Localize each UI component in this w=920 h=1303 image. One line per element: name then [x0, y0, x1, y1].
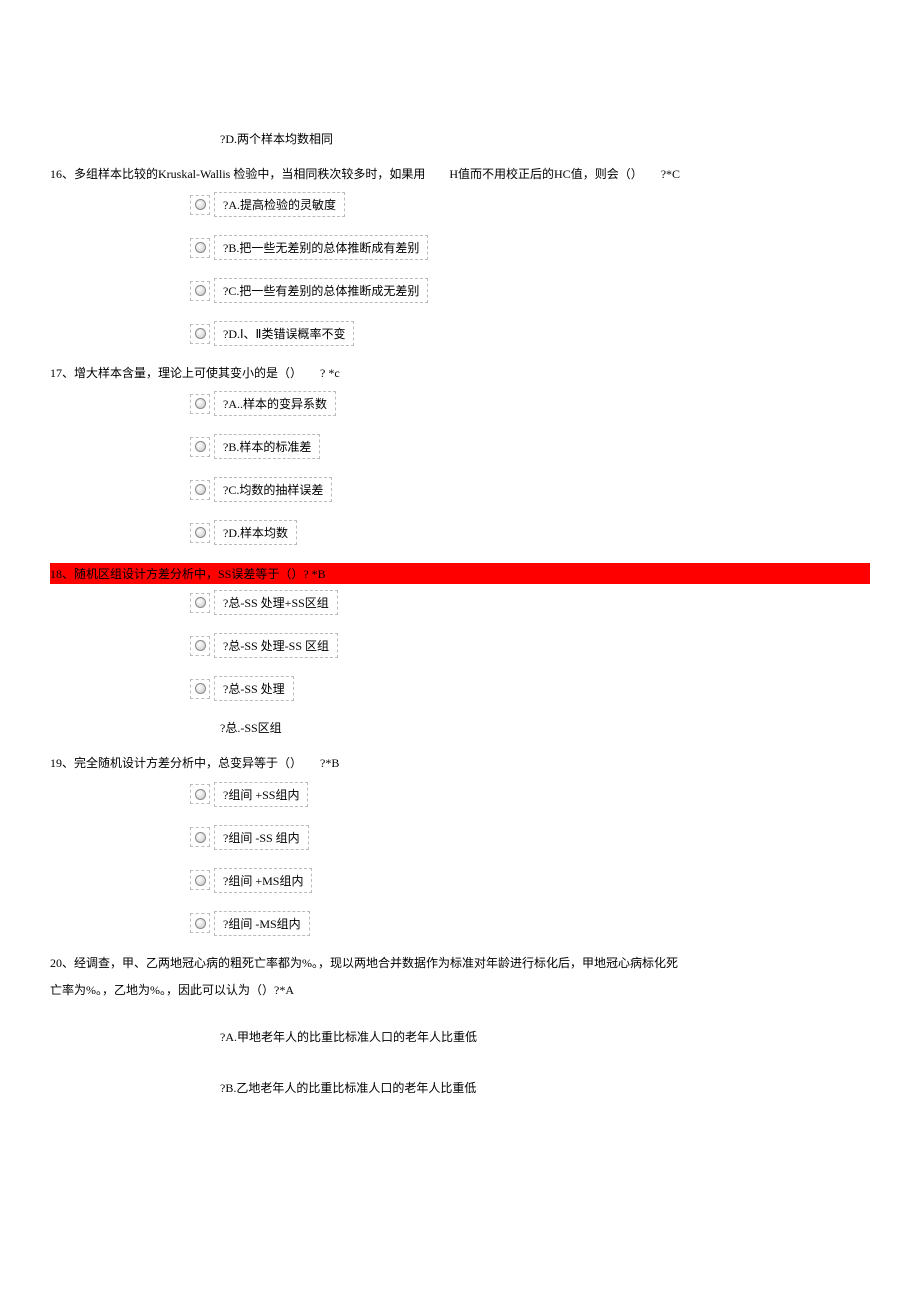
- option-text-box: ?B.样本的标准差: [214, 434, 320, 459]
- q19-option-b: ?组间 -SS 组内: [190, 825, 870, 850]
- radio-icon[interactable]: [190, 870, 210, 890]
- option-text-box: ?A..样本的变异系数: [214, 391, 336, 416]
- option-text-box: ?组间 +MS组内: [214, 868, 312, 893]
- option-text: ?总-SS 处理+SS区组: [223, 594, 329, 611]
- q19-option-a: ?组间 +SS组内: [190, 782, 870, 807]
- q16-option-c: ?C.把一些有差别的总体推断成无差别: [190, 278, 870, 303]
- option-text: ?B.把一些无差别的总体推断成有差别: [223, 239, 419, 256]
- option-text-box: ?D.Ⅰ、Ⅱ类错误概率不变: [214, 321, 354, 346]
- option-text: ?C.均数的抽样误差: [223, 481, 323, 498]
- radio-icon[interactable]: [190, 593, 210, 613]
- option-text: ?B.样本的标准差: [223, 438, 311, 455]
- option-text: ?总-SS 处理-SS 区组: [223, 637, 329, 654]
- option-text: ?组间 -SS 组内: [223, 829, 300, 846]
- radio-icon[interactable]: [190, 784, 210, 804]
- radio-icon[interactable]: [190, 281, 210, 301]
- q17-option-a: ?A..样本的变异系数: [190, 391, 870, 416]
- q19-option-c: ?组间 +MS组内: [190, 868, 870, 893]
- q16-option-d: ?D.Ⅰ、Ⅱ类错误概率不变: [190, 321, 870, 346]
- q17-option-c: ?C.均数的抽样误差: [190, 477, 870, 502]
- option-text: ?D.两个样本均数相同: [220, 130, 333, 147]
- radio-icon[interactable]: [190, 480, 210, 500]
- option-text: ?A..样本的变异系数: [223, 395, 327, 412]
- option-text: ?C.把一些有差别的总体推断成无差别: [223, 282, 419, 299]
- radio-icon[interactable]: [190, 636, 210, 656]
- option-text: ?A.甲地老年人的比重比标准人口的老年人比重低: [220, 1028, 477, 1045]
- option-text-box: ?总-SS 处理: [214, 676, 294, 701]
- option-text: ?总.-SS区组: [220, 719, 282, 736]
- option-text: ?D.Ⅰ、Ⅱ类错误概率不变: [223, 325, 345, 342]
- radio-icon[interactable]: [190, 324, 210, 344]
- q20-text-line1: 20、经调查，甲、乙两地冠心病的粗死亡率都为%。，现以两地合并数据作为标准对年龄…: [50, 954, 870, 973]
- radio-icon[interactable]: [190, 238, 210, 258]
- radio-icon[interactable]: [190, 195, 210, 215]
- q15-option-d: ?D.两个样本均数相同: [220, 130, 870, 147]
- option-text-box: ?A.提高检验的灵敏度: [214, 192, 345, 217]
- radio-icon[interactable]: [190, 394, 210, 414]
- option-text: ?B.乙地老年人的比重比标准人口的老年人比重低: [220, 1079, 476, 1096]
- q18-text-highlight: 18、随机区组设计方差分析中，SS误差等于（）? *B: [50, 563, 870, 584]
- option-text-box: ?C.把一些有差别的总体推断成无差别: [214, 278, 428, 303]
- q16-option-b: ?B.把一些无差别的总体推断成有差别: [190, 235, 870, 260]
- q18-text: 18、随机区组设计方差分析中，SS误差等于（）? *B: [50, 567, 326, 581]
- q19-text: 19、完全随机设计方差分析中，总变异等于（） ?*B: [50, 754, 870, 773]
- q19-option-d: ?组间 -MS组内: [190, 911, 870, 936]
- q20-option-b: ?B.乙地老年人的比重比标准人口的老年人比重低: [220, 1079, 870, 1096]
- q20-text-line2: 亡率为%。，乙地为%。，因此可以认为（）?*A: [50, 981, 870, 1000]
- q20-option-a: ?A.甲地老年人的比重比标准人口的老年人比重低: [220, 1028, 870, 1045]
- q16-option-a: ?A.提高检验的灵敏度: [190, 192, 870, 217]
- radio-icon[interactable]: [190, 827, 210, 847]
- option-text-box: ?D.样本均数: [214, 520, 297, 545]
- option-text-box: ?组间 -SS 组内: [214, 825, 309, 850]
- radio-icon[interactable]: [190, 523, 210, 543]
- q18-option-b: ?总-SS 处理-SS 区组: [190, 633, 870, 658]
- q17-text: 17、增大样本含量，理论上可使其变小的是（） ? *c: [50, 364, 870, 383]
- q16-text: 16、多组样本比较的Kruskal-Wallis 检验中，当相同秩次较多时，如果…: [50, 165, 870, 184]
- radio-icon[interactable]: [190, 679, 210, 699]
- option-text-box: ?C.均数的抽样误差: [214, 477, 332, 502]
- option-text-box: ?总-SS 处理+SS区组: [214, 590, 338, 615]
- option-text-box: ?总-SS 处理-SS 区组: [214, 633, 338, 658]
- option-text: ?组间 +MS组内: [223, 872, 303, 889]
- radio-icon[interactable]: [190, 437, 210, 457]
- option-text: ?组间 -MS组内: [223, 915, 301, 932]
- q18-option-a: ?总-SS 处理+SS区组: [190, 590, 870, 615]
- q18-option-d: ?总.-SS区组: [220, 719, 870, 736]
- q18-option-c: ?总-SS 处理: [190, 676, 870, 701]
- q17-option-b: ?B.样本的标准差: [190, 434, 870, 459]
- option-text-box: ?B.把一些无差别的总体推断成有差别: [214, 235, 428, 260]
- q17-option-d: ?D.样本均数: [190, 520, 870, 545]
- option-text-box: ?组间 +SS组内: [214, 782, 308, 807]
- radio-icon[interactable]: [190, 913, 210, 933]
- option-text: ?A.提高检验的灵敏度: [223, 196, 336, 213]
- option-text-box: ?组间 -MS组内: [214, 911, 310, 936]
- option-text: ?组间 +SS组内: [223, 786, 299, 803]
- option-text: ?总-SS 处理: [223, 680, 285, 697]
- option-text: ?D.样本均数: [223, 524, 288, 541]
